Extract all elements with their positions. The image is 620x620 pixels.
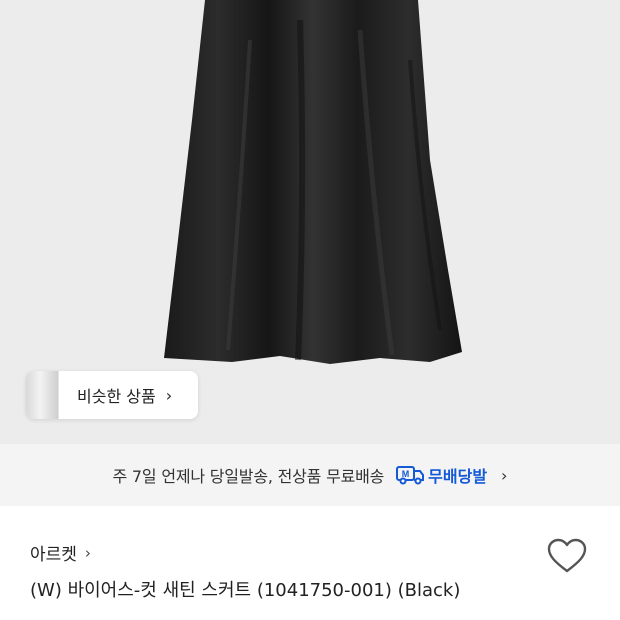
svg-text:M: M [402,469,410,479]
chevron-right-icon: › [84,543,91,562]
similar-products-label: 비슷한 상품 [77,387,156,406]
free-shipping-label: 무배당발 [428,467,488,486]
truck-icon: M [396,466,425,485]
shipping-text: 주 7일 언제나 당일발송, 전상품 무료배송 [112,467,385,486]
product-image[interactable]: 비슷한 상품 › [0,0,620,444]
free-shipping-badge: M 무배당발 [396,463,487,487]
brand-link[interactable]: 아르켓 › [30,540,91,566]
shipping-banner[interactable]: 주 7일 언제나 당일발송, 전상품 무료배송 M 무배당발 › [0,444,620,506]
product-info: 아르켓 › (W) 바이어스-컷 새틴 스커트 (1041750-001) (B… [0,506,620,620]
chevron-right-icon: › [501,465,508,485]
chevron-right-icon: › [165,385,173,405]
product-title: (W) 바이어스-컷 새틴 스커트 (1041750-001) (Black) [30,580,461,601]
brand-name: 아르켓 [30,545,77,565]
similar-products-button[interactable]: 비슷한 상품 › [26,371,198,419]
similar-thumbnail [26,371,59,419]
heart-icon[interactable] [547,538,587,574]
